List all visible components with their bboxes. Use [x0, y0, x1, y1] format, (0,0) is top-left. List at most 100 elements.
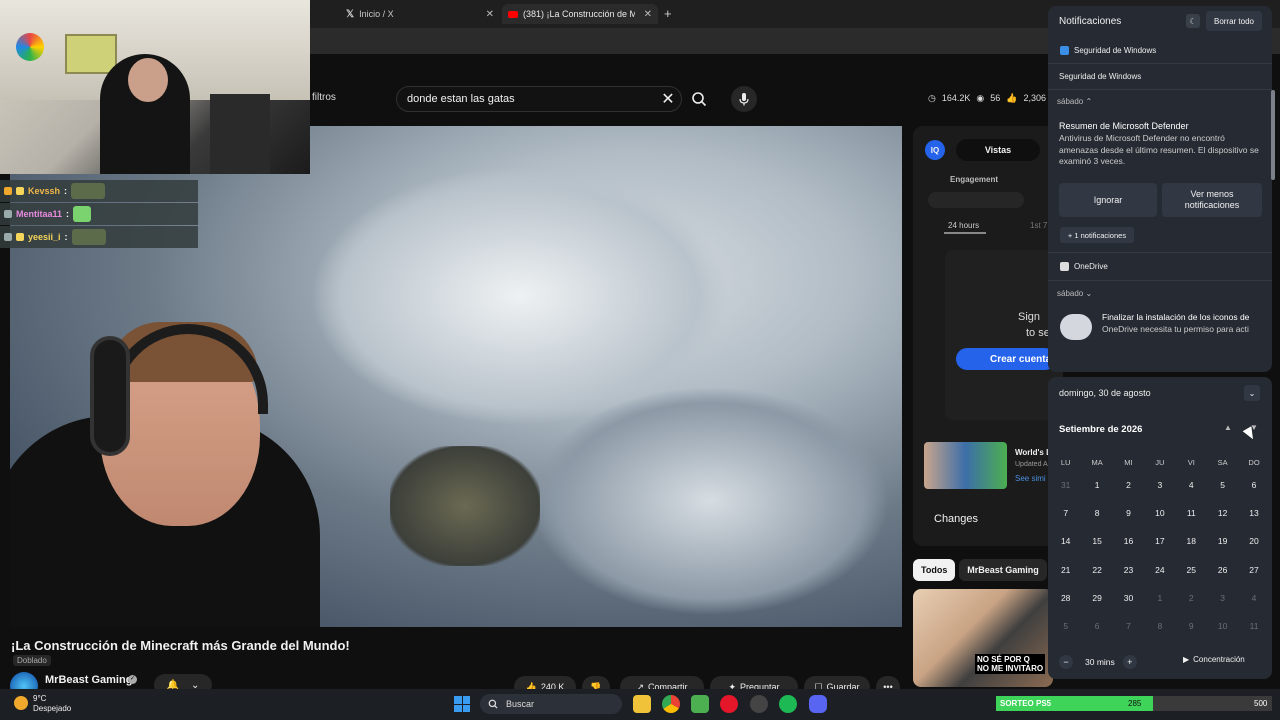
calendar-day[interactable]: 12: [1207, 499, 1238, 527]
calendar-day[interactable]: 1: [1081, 471, 1112, 499]
notification-app-header: Seguridad de Windows: [1060, 46, 1156, 55]
chat-message: yeesii_i:: [0, 226, 198, 248]
calendar-day[interactable]: 2: [1176, 584, 1207, 612]
voice-search-button[interactable]: [731, 86, 757, 112]
more-notifications-button[interactable]: + 1 notificaciones: [1060, 227, 1134, 243]
calendar-day[interactable]: 13: [1238, 499, 1269, 527]
engagement-label: Engagement: [950, 175, 999, 184]
create-account-button[interactable]: Crear cuenta: [956, 348, 1056, 370]
calendar-day[interactable]: 26: [1207, 556, 1238, 584]
file-explorer-icon[interactable]: [633, 695, 651, 713]
obs-icon[interactable]: [750, 695, 768, 713]
new-tab-button[interactable]: +: [664, 6, 672, 21]
taskbar-search[interactable]: Buscar: [480, 694, 622, 714]
calendar-day[interactable]: 5: [1050, 612, 1081, 640]
notification-group[interactable]: Seguridad de Windows: [1059, 72, 1141, 81]
chat-message: Mentitaa11:: [0, 203, 198, 225]
tab-label: (381) ¡La Construcción de Minec: [523, 9, 635, 19]
calendar-day[interactable]: 2: [1113, 471, 1144, 499]
tab-first-7[interactable]: 1st 7: [1030, 221, 1047, 230]
see-similar-link[interactable]: See simi: [1015, 474, 1046, 483]
changes-section[interactable]: Changes: [920, 501, 1063, 537]
calendar-day[interactable]: 11: [1176, 499, 1207, 527]
calendar-day[interactable]: 3: [1207, 584, 1238, 612]
filters-link[interactable]: filtros: [312, 92, 336, 103]
related-video-title[interactable]: World's L: [1015, 448, 1051, 457]
spotify-icon[interactable]: [779, 695, 797, 713]
minus-icon[interactable]: −: [1059, 655, 1073, 669]
search-input[interactable]: donde estan las gatas: [396, 86, 682, 112]
ignore-button[interactable]: Ignorar: [1059, 183, 1157, 217]
calendar-day[interactable]: 11: [1238, 612, 1269, 640]
calendar-day[interactable]: 21: [1050, 556, 1081, 584]
calendar-day[interactable]: 28: [1050, 584, 1081, 612]
calendar-month[interactable]: Setiembre de 2026: [1059, 424, 1142, 435]
calendar-day[interactable]: 3: [1144, 471, 1175, 499]
calendar-day[interactable]: 6: [1081, 612, 1112, 640]
calendar-day[interactable]: 20: [1238, 527, 1269, 555]
search-icon: [488, 699, 498, 709]
calendar-day[interactable]: 27: [1238, 556, 1269, 584]
calendar-day[interactable]: 30: [1113, 584, 1144, 612]
see-fewer-button[interactable]: Ver menos notificaciones: [1162, 183, 1262, 217]
calendar-day[interactable]: 10: [1207, 612, 1238, 640]
chat-user: Mentitaa11: [16, 209, 63, 219]
plus-icon[interactable]: +: [1122, 655, 1137, 669]
calendar-day[interactable]: 4: [1238, 584, 1269, 612]
close-tab-icon[interactable]: ✕: [644, 9, 652, 20]
weather-moon-icon[interactable]: [14, 696, 28, 710]
calendar-day[interactable]: 25: [1176, 556, 1207, 584]
clear-search-icon[interactable]: ✕: [659, 89, 677, 109]
tab-24-hours[interactable]: 24 hours: [948, 221, 979, 230]
calendar-day[interactable]: 8: [1144, 612, 1175, 640]
day-group-toggle[interactable]: sábado ⌃: [1057, 97, 1092, 106]
day-group-toggle[interactable]: sábado ⌄: [1057, 289, 1092, 298]
calendar-day[interactable]: 10: [1144, 499, 1175, 527]
tab-youtube[interactable]: (381) ¡La Construcción de Minec ✕: [502, 4, 658, 24]
calendar-day[interactable]: 14: [1050, 527, 1081, 555]
discord-icon[interactable]: [809, 695, 827, 713]
calendar-day[interactable]: 7: [1050, 499, 1081, 527]
weekday-header: DO: [1248, 457, 1260, 467]
calendar-day[interactable]: 24: [1144, 556, 1175, 584]
notifications-scrollbar[interactable]: [1271, 90, 1275, 180]
minecraft-icon[interactable]: [691, 695, 709, 713]
calendar-day[interactable]: 7: [1113, 612, 1144, 640]
chip-mrbeast-gaming[interactable]: MrBeast Gaming: [959, 559, 1047, 581]
previous-month-button[interactable]: ▲: [1224, 423, 1232, 432]
calendar-collapse-button[interactable]: ⌄: [1244, 385, 1260, 401]
opera-icon[interactable]: [720, 695, 738, 713]
search-button[interactable]: [684, 86, 714, 112]
calendar-day[interactable]: 16: [1113, 527, 1144, 555]
chrome-icon[interactable]: [662, 695, 680, 713]
start-button[interactable]: [454, 696, 470, 712]
calendar-day[interactable]: 17: [1144, 527, 1175, 555]
thumbs-up-icon: 👍: [1006, 93, 1018, 103]
do-not-disturb-icon[interactable]: ☾: [1186, 14, 1200, 28]
calendar-day[interactable]: 19: [1207, 527, 1238, 555]
calendar-day[interactable]: 8: [1081, 499, 1112, 527]
calendar-day[interactable]: 5: [1207, 471, 1238, 499]
channel-name[interactable]: MrBeast Gaming: [45, 674, 132, 686]
calendar-day[interactable]: 31: [1050, 471, 1081, 499]
calendar-day[interactable]: 1: [1144, 584, 1175, 612]
related-video-thumbnail[interactable]: [924, 442, 1007, 489]
calendar-day[interactable]: 29: [1081, 584, 1112, 612]
day-label: sábado: [1057, 97, 1084, 106]
calendar-day[interactable]: 18: [1176, 527, 1207, 555]
calendar-day[interactable]: 4: [1176, 471, 1207, 499]
focus-button[interactable]: ▶ Concentración: [1183, 655, 1245, 664]
clear-all-button[interactable]: Borrar todo: [1206, 11, 1262, 31]
notification-body: OneDrive necesita tu permiso para acti: [1102, 324, 1249, 334]
calendar-day[interactable]: 9: [1113, 499, 1144, 527]
chip-all[interactable]: Todos: [913, 559, 956, 581]
calendar-day[interactable]: 23: [1113, 556, 1144, 584]
tab-x[interactable]: 𝕏 Inicio / X ✕: [340, 4, 500, 24]
calendar-day[interactable]: 15: [1081, 527, 1112, 555]
weather-widget[interactable]: 9°C Despejado: [33, 694, 71, 714]
close-tab-icon[interactable]: ✕: [486, 9, 494, 20]
tab-views[interactable]: Vistas: [956, 139, 1040, 161]
calendar-day[interactable]: 9: [1176, 612, 1207, 640]
calendar-day[interactable]: 6: [1238, 471, 1269, 499]
calendar-day[interactable]: 22: [1081, 556, 1112, 584]
